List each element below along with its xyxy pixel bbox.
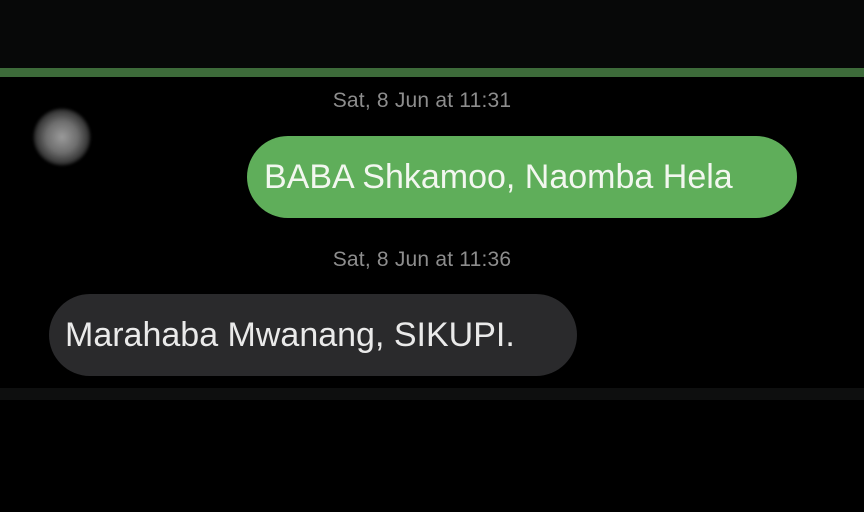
top-bar — [0, 0, 864, 68]
message-text: BABA Shkamoo, Naomba Hela — [264, 157, 733, 196]
outgoing-message-bubble[interactable]: BABA Shkamoo, Naomba Hela — [247, 136, 797, 218]
header-divider — [0, 68, 864, 77]
message-timestamp: Sat, 8 Jun at 11:36 — [332, 248, 512, 271]
chat-screen: Sat, 8 Jun at 11:31 BABA Shkamoo, Naomba… — [0, 0, 864, 512]
message-text: Marahaba Mwanang, SIKUPI. — [65, 315, 515, 354]
message-timestamp: Sat, 8 Jun at 11:31 — [332, 89, 512, 112]
footer-divider — [0, 388, 864, 400]
contact-avatar[interactable] — [33, 108, 91, 166]
incoming-message-bubble[interactable]: Marahaba Mwanang, SIKUPI. — [49, 294, 577, 376]
